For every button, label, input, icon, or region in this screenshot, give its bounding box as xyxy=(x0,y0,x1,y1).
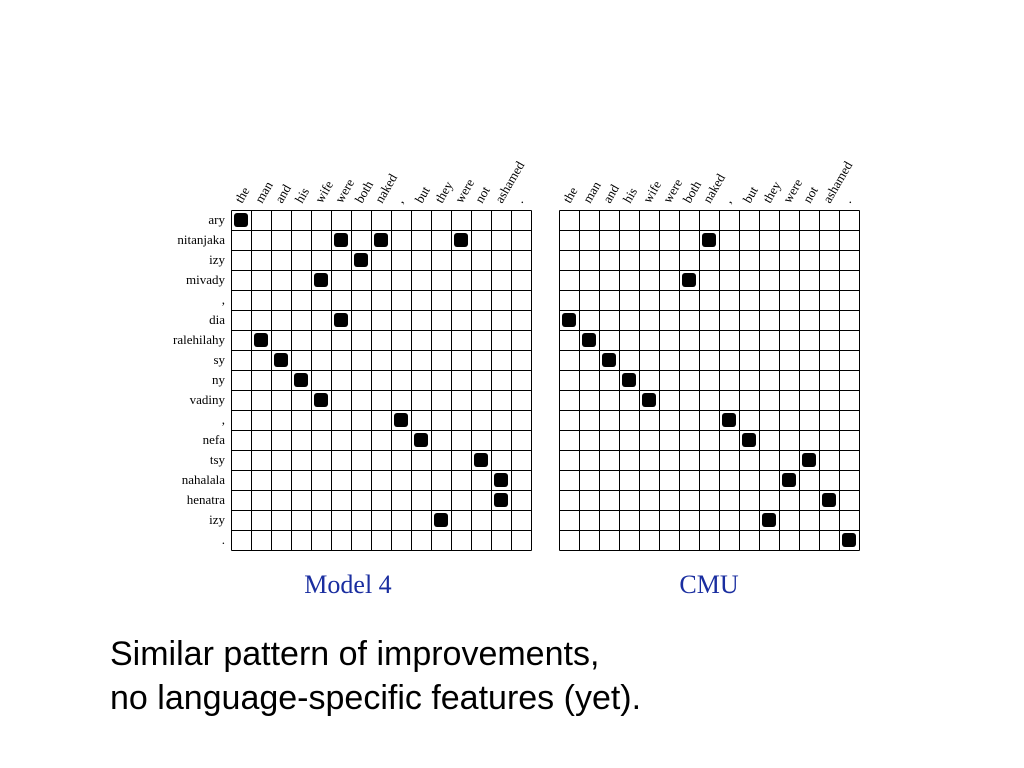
row-label: , xyxy=(222,292,225,307)
col-label: and xyxy=(272,181,295,205)
alignment-charts: themanandhiswifewerebothnaked,buttheywer… xyxy=(161,140,863,600)
alignment-dot xyxy=(314,393,328,407)
col-label: were xyxy=(452,176,478,206)
row-label: ralehilahy xyxy=(173,332,225,347)
col-label: , xyxy=(392,195,407,205)
row-label: henatra xyxy=(187,492,225,507)
alignment-dot xyxy=(622,373,636,387)
col-label: were xyxy=(660,176,686,206)
caption: Similar pattern of improvements,no langu… xyxy=(110,632,641,720)
alignment-dot xyxy=(802,453,816,467)
col-label: both xyxy=(680,178,705,206)
col-label: both xyxy=(352,178,377,206)
alignment-dot xyxy=(842,533,856,547)
matrix-model4: themanandhiswifewerebothnaked,buttheywer… xyxy=(161,140,535,600)
alignment-dot xyxy=(782,473,796,487)
alignment-dot xyxy=(374,233,388,247)
row-label: nahalala xyxy=(182,472,226,487)
alignment-dot xyxy=(762,513,776,527)
alignment-dot xyxy=(454,233,468,247)
col-label: and xyxy=(600,181,623,205)
row-label: tsy xyxy=(210,452,226,467)
alignment-dot xyxy=(682,273,696,287)
heatmap-model4: themanandhiswifewerebothnaked,buttheywer… xyxy=(161,140,535,554)
alignment-dot xyxy=(602,353,616,367)
col-label: . xyxy=(512,195,527,205)
matrix-title-model4: Model 4 xyxy=(304,570,391,600)
alignment-dot xyxy=(494,493,508,507)
col-label: . xyxy=(840,195,855,205)
row-label: vadiny xyxy=(190,392,226,407)
row-label: ary xyxy=(208,212,225,227)
alignment-dot xyxy=(354,253,368,267)
alignment-dot xyxy=(702,233,716,247)
matrix-title-cmu: CMU xyxy=(679,570,738,600)
col-label: his xyxy=(620,185,641,206)
col-label: wife xyxy=(640,178,665,206)
alignment-dot xyxy=(334,233,348,247)
alignment-dot xyxy=(562,313,576,327)
row-label: izy xyxy=(209,512,225,527)
alignment-dot xyxy=(414,433,428,447)
alignment-dot xyxy=(234,213,248,227)
col-label: his xyxy=(292,185,313,206)
col-label: they xyxy=(760,178,784,205)
col-label: ashamed xyxy=(820,158,856,205)
heatmap-cmu: themanandhiswifewerebothnaked,buttheywer… xyxy=(555,140,863,554)
row-label: izy xyxy=(209,252,225,267)
alignment-dot xyxy=(274,353,288,367)
alignment-dot xyxy=(334,313,348,327)
alignment-dot xyxy=(394,413,408,427)
row-label: nitanjaka xyxy=(177,232,225,247)
alignment-dot xyxy=(722,413,736,427)
alignment-dot xyxy=(294,373,308,387)
col-label: but xyxy=(740,183,761,205)
alignment-dot xyxy=(822,493,836,507)
alignment-dot xyxy=(582,333,596,347)
col-label: wife xyxy=(312,178,337,206)
alignment-dot xyxy=(642,393,656,407)
row-label: dia xyxy=(209,312,225,327)
alignment-dot xyxy=(434,513,448,527)
col-label: , xyxy=(720,195,735,205)
alignment-dot xyxy=(494,473,508,487)
col-label: the xyxy=(232,184,253,205)
matrix-cmu: themanandhiswifewerebothnaked,buttheywer… xyxy=(555,140,863,600)
row-label: , xyxy=(222,412,225,427)
row-label: nefa xyxy=(203,432,226,447)
alignment-dot xyxy=(742,433,756,447)
col-label: were xyxy=(780,176,806,206)
alignment-dot xyxy=(474,453,488,467)
alignment-dot xyxy=(314,273,328,287)
col-label: the xyxy=(560,184,581,205)
col-label: they xyxy=(432,178,456,205)
col-label: man xyxy=(252,178,276,205)
col-label: ashamed xyxy=(492,158,528,205)
col-label: were xyxy=(332,176,358,206)
row-label: ny xyxy=(212,372,226,387)
row-label: sy xyxy=(213,352,225,367)
col-label: man xyxy=(580,178,604,205)
row-label: mivady xyxy=(186,272,225,287)
row-label: . xyxy=(222,532,225,547)
alignment-dot xyxy=(254,333,268,347)
col-label: but xyxy=(412,183,433,205)
